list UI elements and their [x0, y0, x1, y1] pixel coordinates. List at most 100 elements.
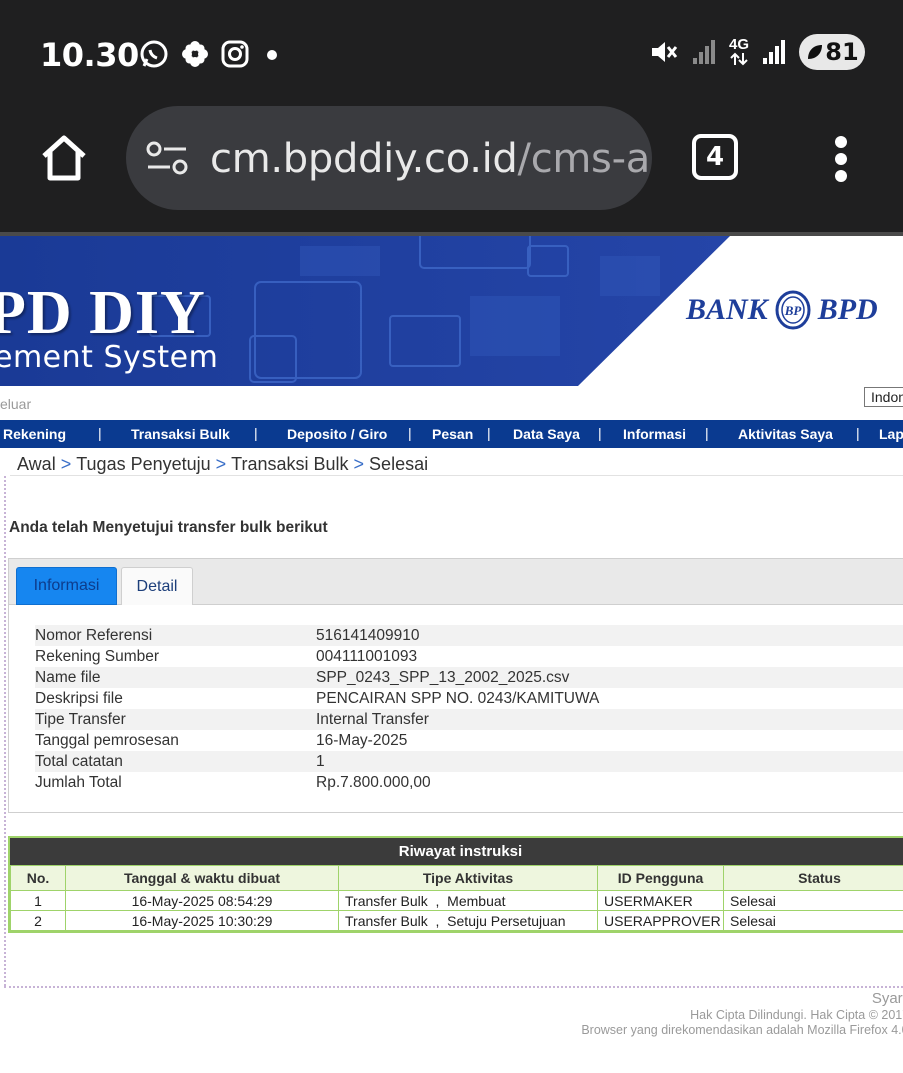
table-row: 2 16-May-2025 10:30:29 Transfer Bulk , S…: [10, 910, 903, 931]
header-strip: eluar Indon: [0, 386, 903, 420]
system-icons: 4G 81: [649, 34, 865, 70]
info-row: Tanggal pemrosesan 16-May-2025: [35, 730, 903, 751]
breadcrumb-item[interactable]: Awal: [17, 454, 56, 474]
menu-separator: |: [98, 425, 102, 441]
menu-item-laporan[interactable]: Lap: [879, 426, 903, 442]
info-row: Rekening Sumber 004111001093: [35, 646, 903, 667]
cell-activity: Transfer Bulk , Membuat: [338, 890, 598, 911]
info-row: Deskripsi file PENCAIRAN SPP NO. 0243/KAM…: [35, 688, 903, 709]
brand-title: PD DIY: [0, 279, 206, 347]
more-menu-icon[interactable]: [832, 136, 850, 182]
info-value: Internal Transfer: [316, 710, 429, 728]
browser-note: Browser yang direkomendasikan adalah Moz…: [581, 1023, 903, 1037]
notification-icons: [138, 38, 282, 70]
bank-logo-text-bpd: BPD: [817, 293, 878, 326]
breadcrumb-separator: >: [215, 454, 227, 474]
breadcrumb-current: Selesai: [369, 454, 429, 474]
menu-item-informasi[interactable]: Informasi: [623, 426, 686, 442]
info-value: PENCAIRAN SPP NO. 0243/KAMITUWA: [316, 689, 600, 707]
svg-text:BP: BP: [783, 303, 802, 318]
address-bar[interactable]: cm.bpddiy.co.id/cms-a: [126, 106, 652, 210]
cell-datetime: 16-May-2025 10:30:29: [65, 910, 339, 931]
info-value: Rp.7.800.000,00: [316, 773, 431, 791]
cell-no: 2: [10, 910, 66, 931]
menu-item-rekening[interactable]: Rekening: [3, 426, 66, 442]
page-footer: Syara Hak Cipta Dilindungi. Hak Cipta © …: [581, 990, 903, 1038]
menu-separator: |: [598, 425, 602, 441]
dot-icon: [267, 50, 277, 60]
language-select[interactable]: Indon: [864, 387, 903, 407]
history-header-row: No. Tanggal & waktu dibuat Tipe Aktivita…: [10, 865, 903, 891]
info-value: 1: [316, 752, 325, 770]
battery-saver-icon: [808, 45, 823, 59]
cell-status: Selesai: [723, 910, 903, 931]
network-indicator: 4G: [728, 36, 749, 66]
android-status-bar: 10.30 4G 81: [0, 0, 903, 100]
history-table: Riwayat instruksi No. Tanggal & waktu di…: [8, 836, 903, 933]
url-path: /cms-a: [517, 136, 651, 182]
info-value: 004111001093: [316, 647, 418, 665]
menu-item-aktivitas-saya[interactable]: Aktivitas Saya: [738, 426, 833, 442]
cell-no: 1: [10, 890, 66, 911]
breadcrumb-separator: >: [353, 454, 365, 474]
url-text[interactable]: cm.bpddiy.co.id/cms-a: [210, 136, 650, 182]
tabs-icon[interactable]: 4: [692, 134, 738, 180]
success-message: Anda telah Menyetujui transfer bulk beri…: [9, 519, 328, 536]
info-value: 516141409910: [316, 626, 420, 644]
cell-datetime: 16-May-2025 08:54:29: [65, 890, 339, 911]
menu-separator: |: [408, 425, 412, 441]
network-type: 4G: [728, 36, 749, 53]
bank-logo-text: BANK: [686, 293, 768, 326]
brand-subtitle: ement System: [0, 340, 219, 375]
history-title: Riwayat instruksi: [10, 838, 903, 865]
info-label: Jumlah Total: [35, 773, 122, 791]
signal-icon: [763, 40, 785, 64]
info-panel: Informasi Detail Nomor Referensi 51614140…: [8, 558, 903, 813]
history-grid: No. Tanggal & waktu dibuat Tipe Aktivita…: [10, 865, 903, 931]
flower-icon: [182, 41, 208, 67]
info-label: Nomor Referensi: [35, 626, 153, 644]
cell-activity: Transfer Bulk , Setuju Persetujuan: [338, 910, 598, 931]
column-header: Status: [723, 865, 903, 891]
url-host: cm.bpddiy.co.id: [210, 136, 518, 182]
tab-detail[interactable]: Detail: [121, 567, 193, 605]
site-settings-icon[interactable]: [146, 140, 190, 176]
clock: 10.30: [40, 36, 139, 74]
instagram-icon: [221, 40, 249, 68]
breadcrumb: Awal > Tugas Penyetuju > Transaksi Bulk > Sele…: [10, 450, 903, 476]
info-label: Rekening Sumber: [35, 647, 160, 665]
info-row: Nomor Referensi 516141409910: [35, 625, 903, 646]
bpd-seal-icon: BP: [775, 290, 811, 330]
info-label: Total catatan: [35, 752, 123, 770]
battery-indicator: 81: [799, 34, 865, 70]
main-menu: Rekening | Transaksi Bulk | Deposito / G…: [0, 420, 903, 448]
bank-bpd-logo: BANK BP BPD: [686, 290, 878, 330]
menu-separator: |: [487, 425, 491, 441]
info-label: Deskripsi file: [35, 689, 123, 707]
info-label: Tipe Transfer: [35, 710, 126, 728]
info-row: Jumlah Total Rp.7.800.000,00: [35, 772, 903, 793]
menu-item-data-saya[interactable]: Data Saya: [513, 426, 580, 442]
terms-link[interactable]: Syara: [581, 990, 903, 1007]
logout-link[interactable]: eluar: [0, 396, 31, 412]
breadcrumb-item[interactable]: Tugas Penyetuju: [76, 454, 210, 474]
menu-item-deposito-giro[interactable]: Deposito / Giro: [287, 426, 387, 442]
breadcrumb-separator: >: [60, 454, 72, 474]
content-border: [4, 986, 903, 988]
column-header: ID Pengguna: [597, 865, 724, 891]
cell-user: USERMAKER: [597, 890, 724, 911]
info-table: Nomor Referensi 516141409910 Rekening Sum…: [35, 625, 903, 793]
signal-icon: [692, 40, 715, 64]
column-header: Tanggal & waktu dibuat: [65, 865, 339, 891]
menu-item-transaksi-bulk[interactable]: Transaksi Bulk: [131, 426, 230, 442]
tab-informasi[interactable]: Informasi: [16, 567, 117, 605]
cell-status: Selesai: [723, 890, 903, 911]
home-icon[interactable]: [38, 132, 90, 184]
info-value: 16-May-2025: [316, 731, 408, 749]
menu-separator: |: [254, 425, 258, 441]
page-banner: PD DIY ement System BANK BP BPD: [0, 236, 903, 386]
browser-toolbar: cm.bpddiy.co.id/cms-a 4: [0, 100, 903, 234]
breadcrumb-item[interactable]: Transaksi Bulk: [231, 454, 348, 474]
menu-item-pesan[interactable]: Pesan: [432, 426, 473, 442]
content-border: [4, 476, 6, 986]
